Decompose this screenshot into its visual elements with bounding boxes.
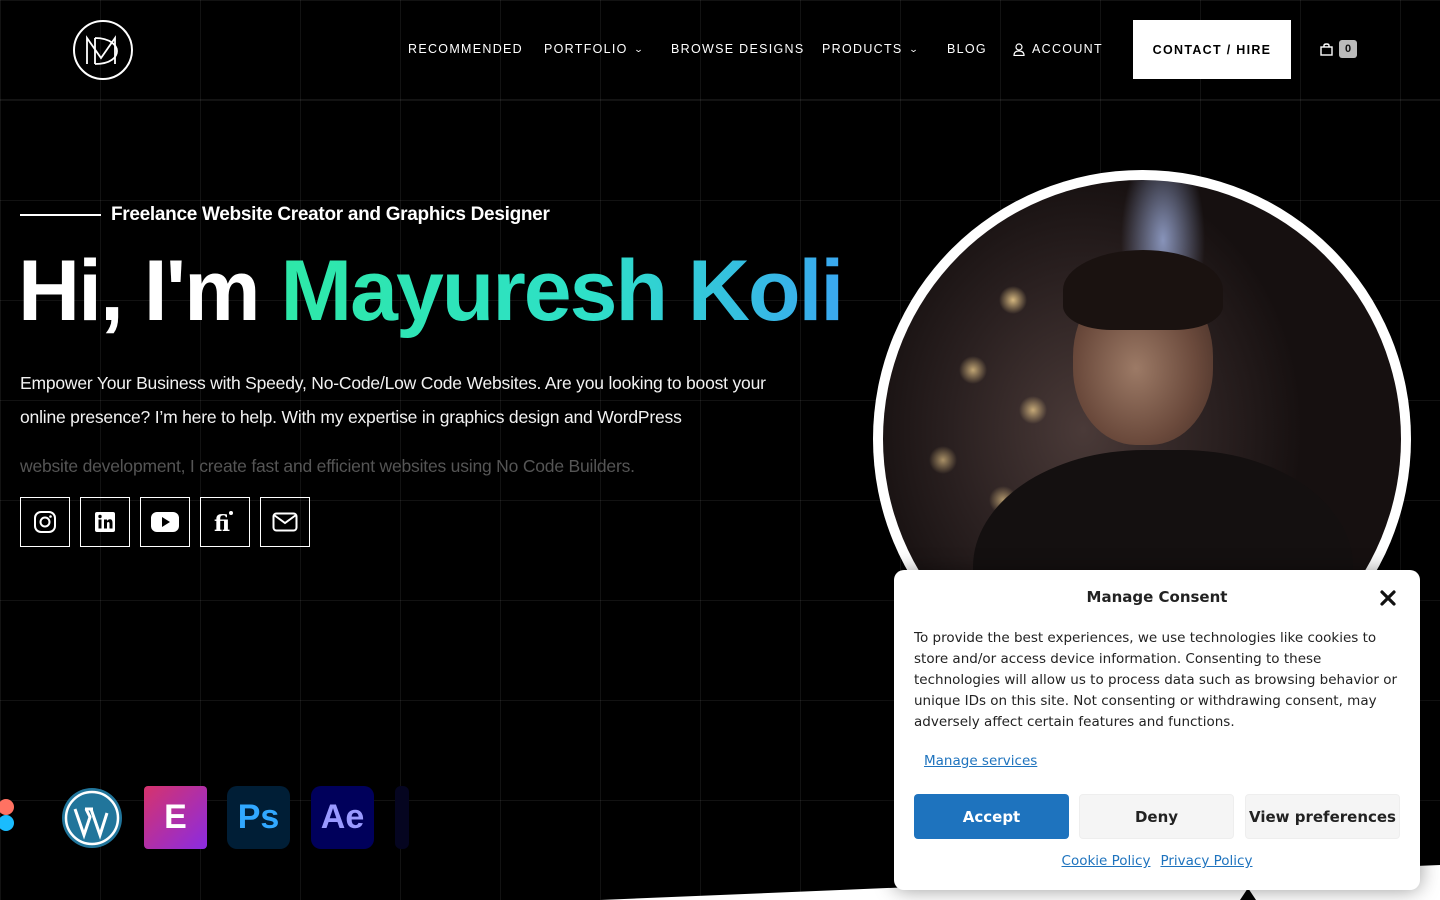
- partial-logo-icon: [395, 786, 409, 849]
- consent-title: Manage Consent: [1086, 588, 1228, 606]
- accept-button[interactable]: Accept: [914, 794, 1069, 839]
- site-logo[interactable]: [73, 20, 133, 80]
- nav-blog[interactable]: BLOG: [947, 42, 987, 56]
- hero-description: Empower Your Business with Speedy, No-Co…: [20, 373, 766, 427]
- site-header: RECOMMENDED PORTFOLIO ⌄ BROWSE DESIGNS P…: [0, 0, 1440, 100]
- aftereffects-logo-icon: Ae: [311, 786, 374, 849]
- elementor-logo-letter: E: [164, 798, 187, 836]
- close-icon: [1380, 590, 1396, 606]
- svg-text:fi: fi: [214, 511, 230, 535]
- nav-label: ACCOUNT: [1032, 42, 1103, 56]
- nav-browse-designs[interactable]: BROWSE DESIGNS: [671, 42, 805, 56]
- deny-button[interactable]: Deny: [1079, 794, 1234, 839]
- email-link[interactable]: [260, 497, 310, 547]
- mail-icon: [272, 512, 298, 532]
- youtube-icon: [151, 512, 179, 532]
- linkedin-link[interactable]: [80, 497, 130, 547]
- linkedin-icon: [95, 512, 115, 532]
- chevron-down-icon: ⌄: [908, 43, 920, 54]
- cookie-policy-link[interactable]: Cookie Policy: [1062, 853, 1151, 869]
- user-icon: [1013, 42, 1025, 56]
- nav-label: RECOMMENDED: [408, 42, 523, 56]
- fiverr-icon: fi: [214, 511, 233, 535]
- nav-products[interactable]: PRODUCTS ⌄: [822, 42, 918, 56]
- chevron-down-icon: ⌄: [633, 43, 645, 54]
- hero-description-faded: website development, I create fast and e…: [20, 456, 635, 476]
- cart-count-badge: 0: [1339, 40, 1357, 58]
- cart-button[interactable]: 0: [1320, 40, 1357, 58]
- nav-label: BROWSE DESIGNS: [671, 42, 805, 56]
- photoshop-logo-letters: Ps: [237, 798, 280, 836]
- contact-hire-label: CONTACT / HIRE: [1152, 42, 1272, 57]
- tagline-rule: [20, 214, 101, 216]
- nav-label: PRODUCTS: [822, 42, 903, 56]
- nav-portfolio[interactable]: PORTFOLIO ⌄: [544, 42, 644, 56]
- fiverr-link[interactable]: fi: [200, 497, 250, 547]
- figma-logo-icon: [0, 786, 24, 849]
- nav-recommended[interactable]: RECOMMENDED: [408, 42, 523, 56]
- view-preferences-button[interactable]: View preferences: [1245, 794, 1400, 839]
- social-links: fi: [20, 497, 310, 547]
- cookie-consent-dialog: Manage Consent To provide the best exper…: [894, 570, 1420, 890]
- manage-services-link[interactable]: Manage services: [924, 753, 1037, 769]
- photoshop-logo-icon: Ps: [227, 786, 290, 849]
- instagram-link[interactable]: [20, 497, 70, 547]
- instagram-icon: [34, 511, 56, 533]
- shopping-bag-icon: [1320, 43, 1333, 56]
- wordpress-logo-icon: [60, 786, 123, 849]
- elementor-logo-icon: E: [144, 786, 207, 849]
- nav-label: BLOG: [947, 42, 987, 56]
- policy-links: Cookie Policy Privacy Policy: [894, 853, 1420, 869]
- hero-tagline: Freelance Website Creator and Graphics D…: [111, 204, 550, 225]
- person-hair: [1063, 250, 1223, 330]
- aftereffects-logo-letters: Ae: [320, 798, 365, 836]
- hero-title: Hi, I'm Mayuresh Koli: [18, 248, 844, 334]
- privacy-policy-link[interactable]: Privacy Policy: [1160, 853, 1252, 869]
- contact-hire-button[interactable]: CONTACT / HIRE: [1133, 20, 1291, 79]
- logo-monogram-icon: [86, 35, 118, 65]
- nav-label: PORTFOLIO: [544, 42, 628, 56]
- hero-greeting: Hi, I'm: [18, 243, 281, 339]
- nav-account[interactable]: ACCOUNT: [1013, 42, 1103, 56]
- hero-name: Mayuresh Koli: [280, 243, 845, 339]
- consent-body: To provide the best experiences, we use …: [914, 630, 1398, 730]
- close-button[interactable]: [1378, 588, 1398, 608]
- youtube-link[interactable]: [140, 497, 190, 547]
